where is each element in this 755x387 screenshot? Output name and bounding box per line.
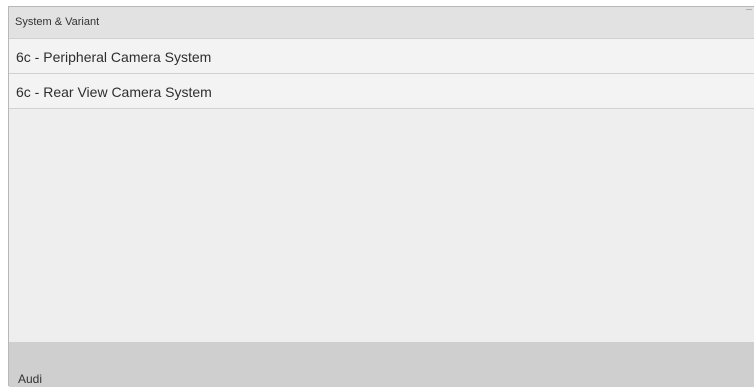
panel-header: System & Variant [9, 7, 754, 39]
list-item-label: 6c - Peripheral Camera System [16, 49, 212, 65]
list-item-rear-view-camera-system[interactable]: 6c - Rear View Camera System [9, 74, 754, 109]
brand-label: Audi [18, 372, 43, 386]
corner-mark [746, 9, 752, 10]
list-item-label: 6c - Rear View Camera System [16, 84, 212, 100]
footer-bar: Audi [9, 342, 754, 387]
panel-title: System & Variant [15, 16, 100, 28]
system-variant-list: 6c - Peripheral Camera System 6c - Rear … [9, 39, 754, 109]
list-item-peripheral-camera-system[interactable]: 6c - Peripheral Camera System [9, 39, 754, 74]
system-variant-panel: System & Variant 6c - Peripheral Camera … [8, 6, 754, 387]
